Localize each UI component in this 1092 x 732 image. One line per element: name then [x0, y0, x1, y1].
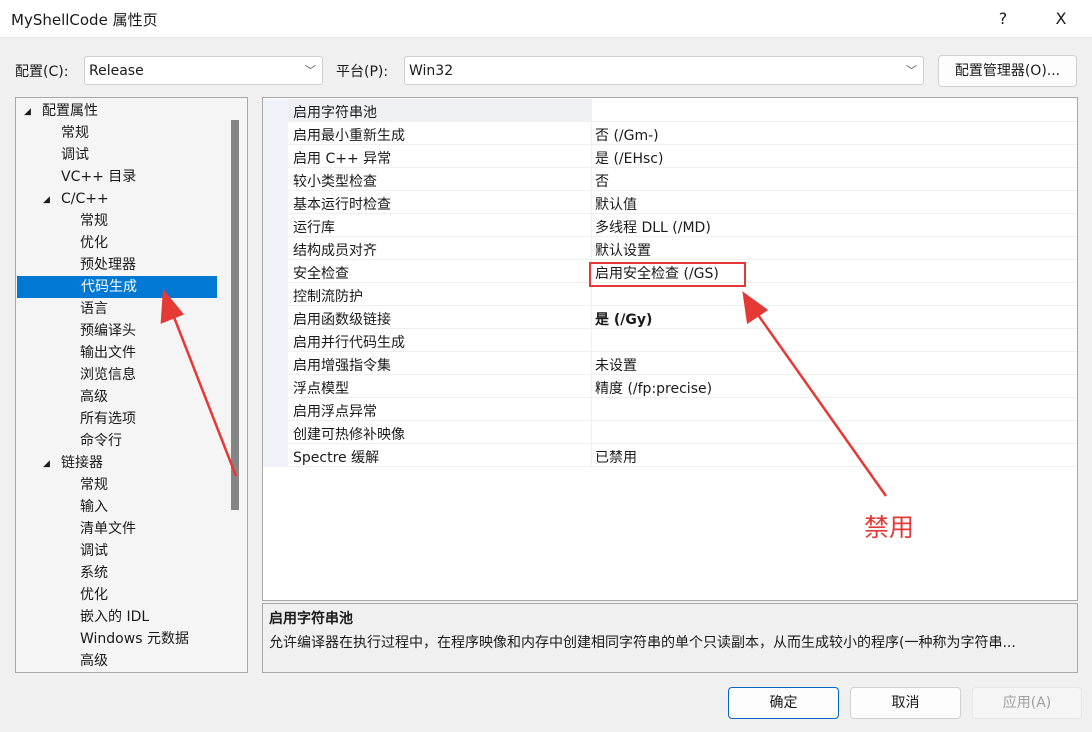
arrow-line-grid	[754, 311, 888, 497]
arrow-line-tree	[170, 311, 238, 477]
annotation-arrows	[160, 288, 888, 497]
ok-button[interactable]: 确定	[728, 687, 839, 719]
cancel-button[interactable]: 取消	[850, 687, 961, 719]
arrow-head-tree	[160, 288, 185, 324]
arrow-head-grid	[742, 291, 769, 325]
annotation-text: 禁用	[864, 513, 915, 542]
apply-button[interactable]: 应用(A)	[972, 687, 1082, 719]
